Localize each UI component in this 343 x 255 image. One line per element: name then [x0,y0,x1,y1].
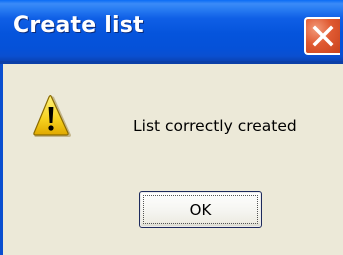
close-icon [312,25,334,47]
dialog-message: List correctly created [133,117,297,135]
ok-button[interactable]: OK [139,191,262,228]
window-frame [0,64,3,255]
title-bar[interactable]: Create list [0,0,343,64]
warning-icon [33,95,71,137]
ok-button-label: OK [189,200,212,219]
dialog-title: Create list [13,13,144,38]
close-button[interactable] [304,17,340,55]
message-dialog: Create list List correctly created OK [0,0,343,255]
